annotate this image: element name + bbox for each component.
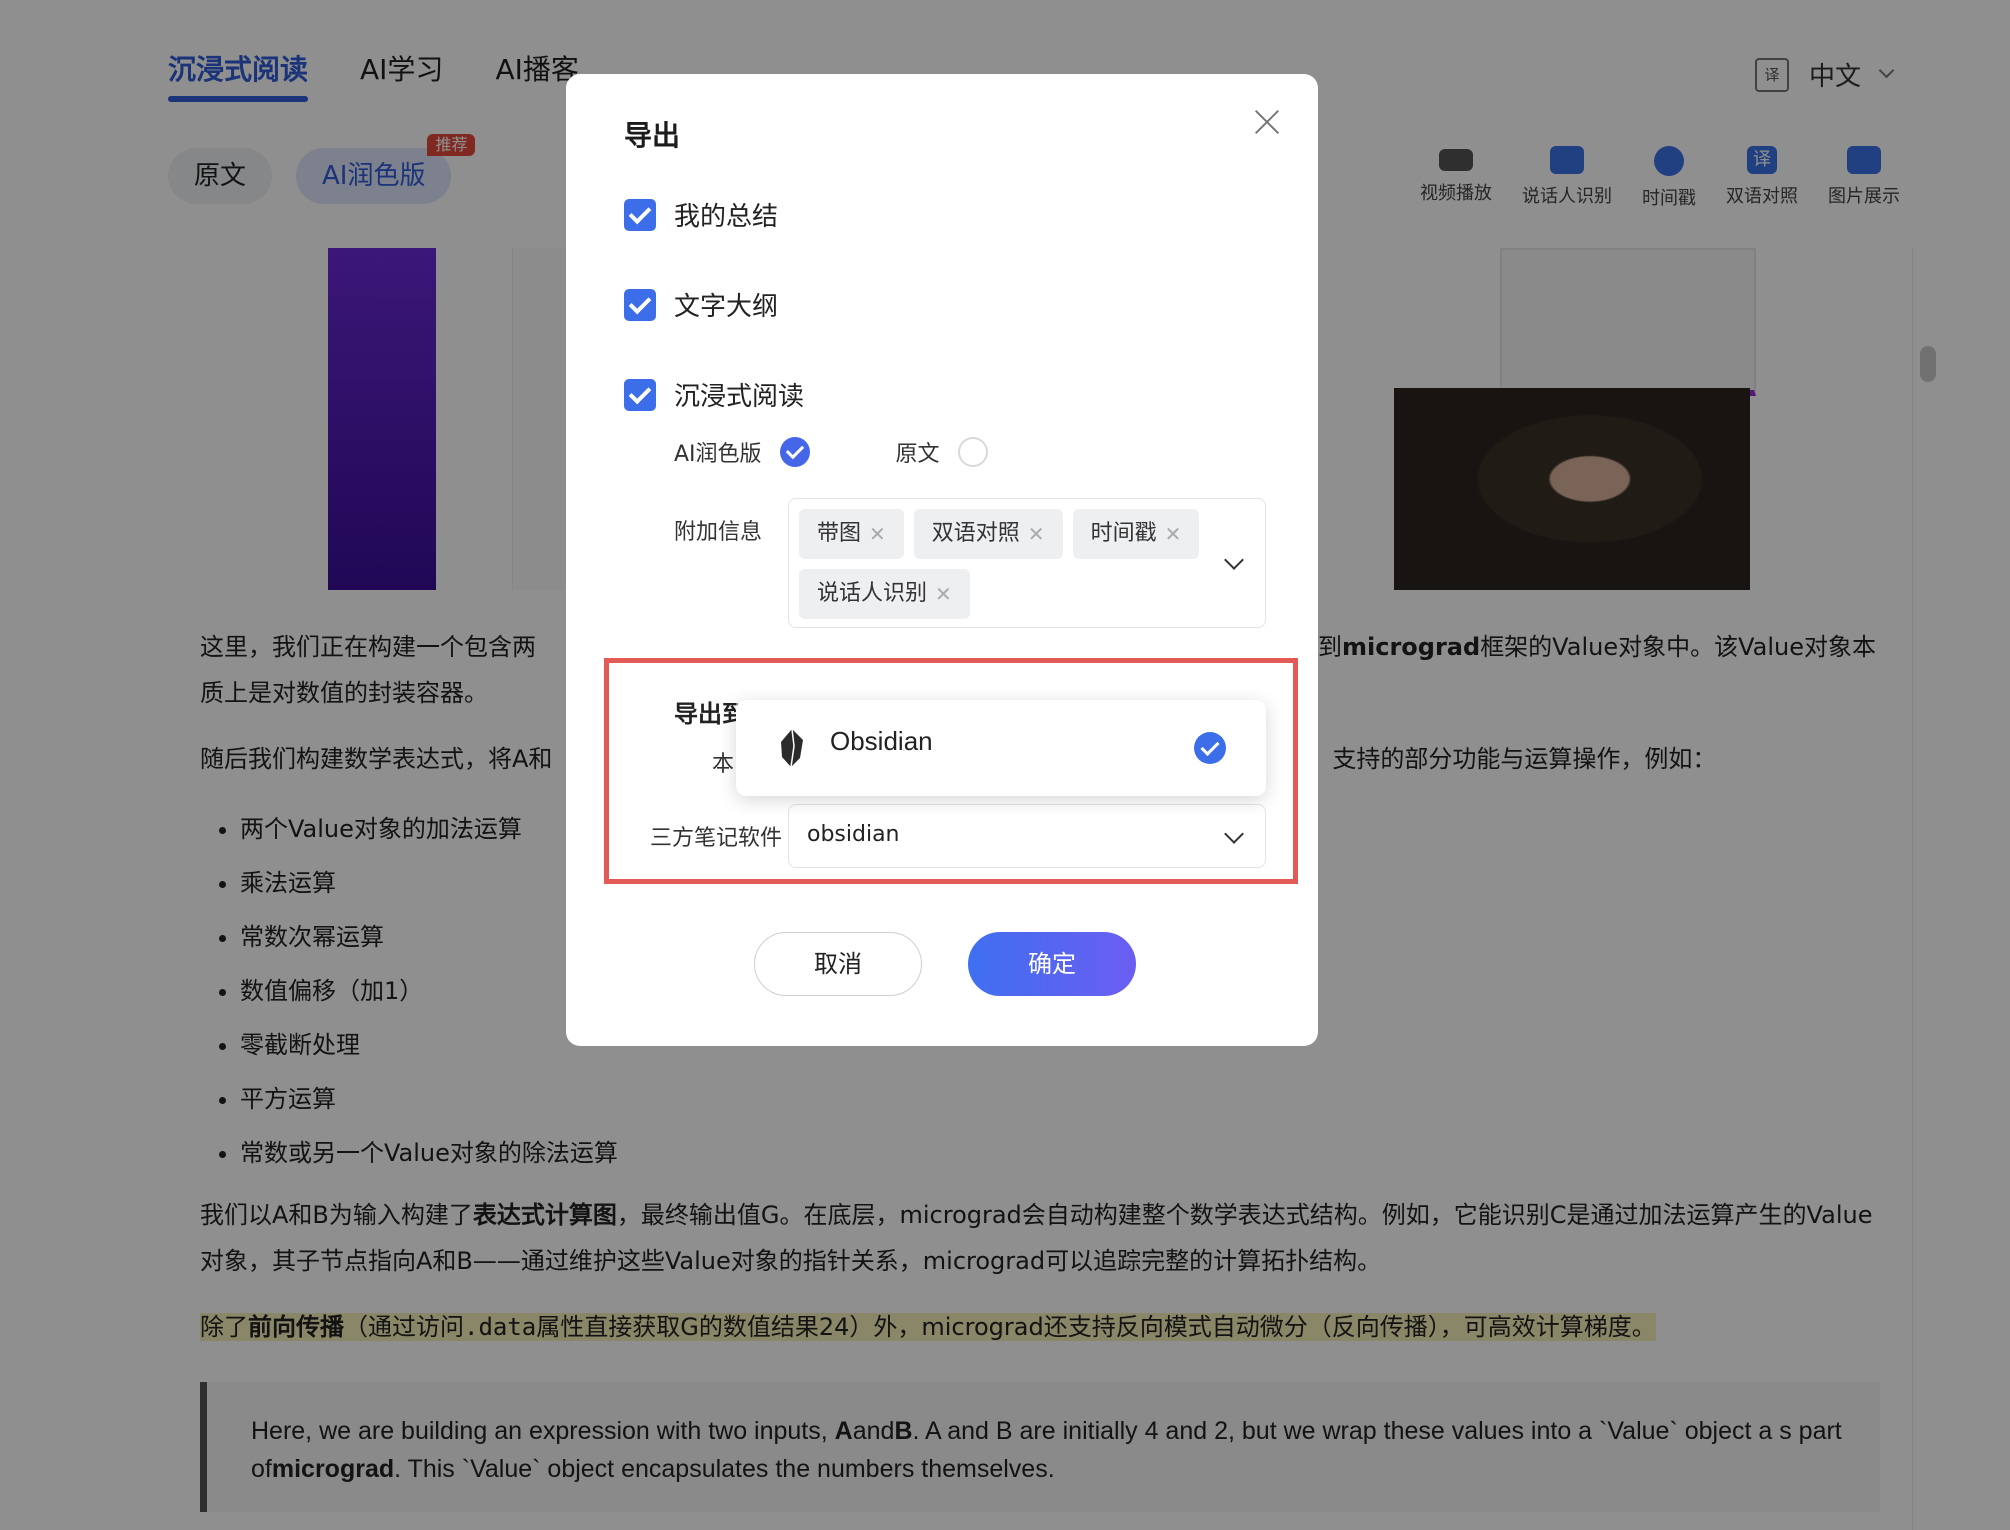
checkbox-my-summary[interactable]: 我的总结 [624, 196, 778, 233]
close-icon[interactable]: ✕ [869, 509, 886, 559]
radio-original[interactable] [957, 437, 988, 467]
chevron-down-icon[interactable] [1224, 550, 1244, 570]
tag-timestamp: 时间戳 ✕ [1072, 509, 1200, 559]
close-icon[interactable]: ✕ [935, 569, 952, 619]
checkbox-immersive-reading[interactable]: 沉浸式阅读 [624, 376, 804, 413]
checkbox-label: 我的总结 [674, 202, 779, 232]
close-icon[interactable]: ✕ [1028, 509, 1045, 559]
annotation-highlight-frame [604, 658, 1298, 884]
extra-info-label: 附加信息 [674, 520, 763, 545]
radio-ai-selected[interactable] [779, 437, 810, 467]
tag-bilingual: 双语对照 ✕ [913, 509, 1063, 559]
checkbox-label: 沉浸式阅读 [674, 382, 805, 412]
checkbox-label: 文字大纲 [674, 292, 779, 322]
confirm-button[interactable]: 确定 [968, 932, 1136, 996]
radio-label-ai: AI润色版 [674, 442, 762, 467]
tag-with-images: 带图 ✕ [799, 509, 904, 559]
close-icon[interactable] [1248, 102, 1288, 142]
version-radio-group: AI润色版 原文 [674, 436, 988, 468]
radio-label-original: 原文 [895, 442, 940, 467]
close-icon[interactable]: ✕ [1165, 509, 1182, 559]
export-dialog: 导出 我的总结 文字大纲 沉浸式阅读 AI润色版 原文 附加信息 带图 ✕ 双语对… [566, 74, 1318, 1046]
checkbox-text-outline[interactable]: 文字大纲 [624, 286, 778, 323]
tag-speaker-id: 说话人识别 ✕ [799, 569, 970, 619]
checkbox-checked-icon[interactable] [624, 288, 656, 321]
cancel-button[interactable]: 取消 [754, 932, 922, 996]
extra-info-select[interactable]: 带图 ✕ 双语对照 ✕ 时间戳 ✕ 说话人识别 ✕ [788, 498, 1266, 628]
checkbox-checked-icon[interactable] [624, 378, 656, 411]
dialog-title: 导出 [624, 119, 681, 152]
checkbox-checked-icon[interactable] [624, 198, 656, 231]
